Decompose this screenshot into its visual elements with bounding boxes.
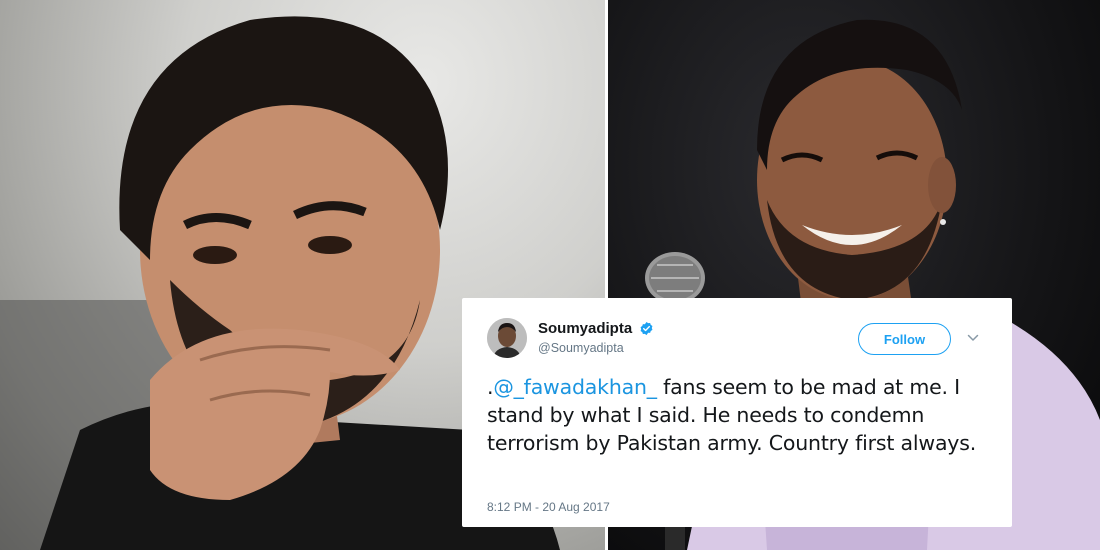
avatar-image (487, 318, 527, 358)
follow-button[interactable]: Follow (858, 323, 951, 355)
tweet-card: Soumyadipta @Soumyadipta Follow .@_fawad… (462, 298, 1012, 527)
tweet-text: .@_fawadakhan_ fans seem to be mad at me… (487, 373, 987, 457)
avatar[interactable] (487, 318, 527, 358)
display-name[interactable]: Soumyadipta (538, 320, 632, 337)
tweet-timestamp[interactable]: 8:12 PM - 20 Aug 2017 (487, 500, 610, 514)
verified-badge-icon (640, 321, 653, 336)
user-handle[interactable]: @Soumyadipta (538, 341, 624, 355)
mention-link[interactable]: @_fawadakhan_ (493, 375, 657, 399)
chevron-down-icon[interactable] (967, 333, 979, 343)
